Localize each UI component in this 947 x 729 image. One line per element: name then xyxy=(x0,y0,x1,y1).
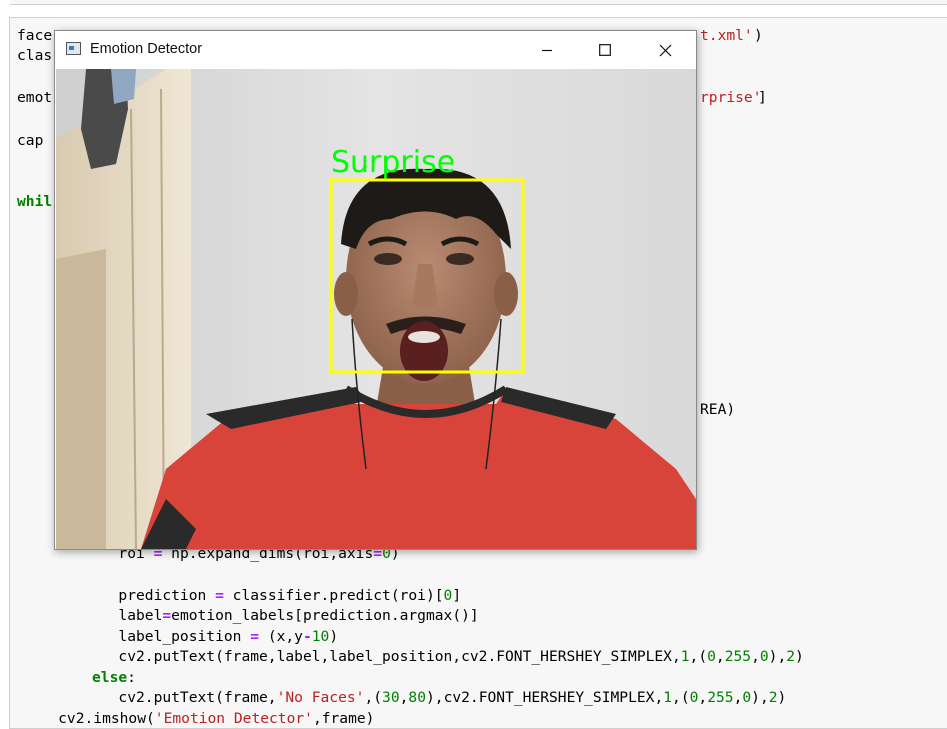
code-line: clas xyxy=(17,47,53,64)
code-line: whil xyxy=(17,193,53,210)
camera-frame: Surprise xyxy=(56,69,696,549)
app-icon xyxy=(66,42,81,55)
code-line: prediction = classifier.predict(roi)[0] xyxy=(13,587,462,604)
window-titlebar[interactable]: Emotion Detector xyxy=(55,31,696,69)
emotion-detector-window[interactable]: Emotion Detector Surprise xyxy=(54,30,697,550)
minimize-button[interactable] xyxy=(524,31,570,69)
code-line: label=emotion_labels[prediction.argmax()… xyxy=(13,607,479,624)
minimize-icon xyxy=(542,49,552,52)
window-title: Emotion Detector xyxy=(90,41,203,57)
maximize-icon xyxy=(599,44,611,56)
code-line: else: xyxy=(92,669,136,686)
close-button[interactable] xyxy=(642,31,688,69)
close-icon xyxy=(659,44,671,56)
webcam-image: Surprise xyxy=(56,69,696,549)
code-line: cv2.putText(frame,'No Faces',(30,80),cv2… xyxy=(13,689,787,706)
emotion-label: Surprise xyxy=(331,145,455,180)
code-line: emot rprise'] xyxy=(17,89,767,106)
code-line: cap xyxy=(17,132,44,149)
maximize-button[interactable] xyxy=(582,31,628,69)
code-line: cv2.putText(frame,label,label_position,c… xyxy=(13,648,804,665)
code-line: REA) xyxy=(700,401,736,418)
code-line: cv2.imshow('Emotion Detector',frame) xyxy=(23,710,375,727)
code-line: face t.xml') xyxy=(17,27,763,44)
top-border xyxy=(10,0,947,5)
code-line: label_position = (x,y-10) xyxy=(13,628,339,645)
